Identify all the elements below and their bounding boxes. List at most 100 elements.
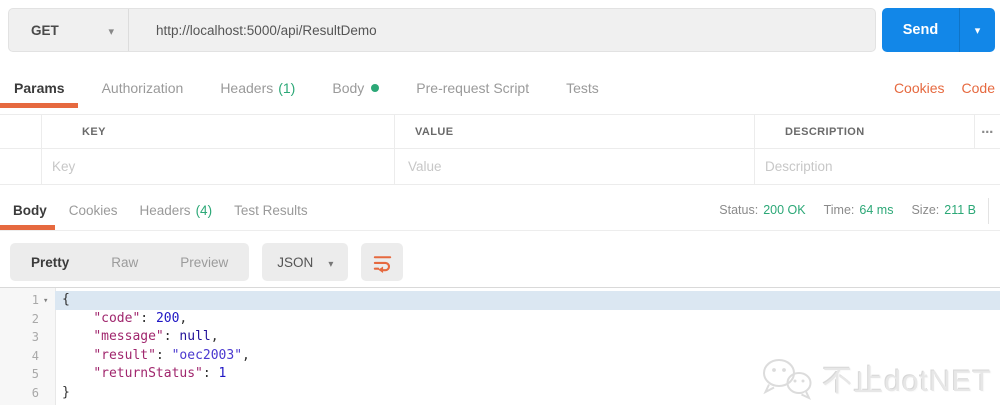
response-status: Status: 200 OK [719,203,805,217]
request-tabs: Params Authorization Headers (1) Body Pre-req… [0,68,1000,108]
request-links: Cookies Code [894,68,995,108]
meta-label: Status: [719,203,759,217]
request-tab-body[interactable]: Body [332,68,380,108]
meta-label: Time: [823,203,855,217]
meta-value: 64 ms [859,203,894,217]
token-p: { [62,292,70,307]
row-select-cell [0,149,42,184]
token-p: : [140,310,156,326]
line-number: 5 [31,367,39,381]
meta-label: Size: [911,203,940,217]
token-k: "result" [93,347,156,363]
token-p: : [202,366,219,381]
request-tab-headers[interactable]: Headers (1) [220,68,295,108]
response-meta: Status: 200 OK Time: 64 ms Size: 211 B [719,190,976,230]
tab-label: Pre-request Script [416,80,530,96]
token-p: } [62,384,70,400]
view-mode-toggle: Pretty Raw Preview [10,243,250,281]
tab-label: Tests [566,80,599,96]
code-text: { [55,291,1000,310]
request-url-bar: GET http://localhost:5000/api/ResultDemo [8,8,876,52]
fold-caret-icon[interactable] [43,291,55,311]
request-tab-params[interactable]: Params [0,68,78,108]
tab-label: Headers [220,80,274,96]
cookies-link[interactable]: Cookies [894,80,945,96]
token-k: "message" [93,329,164,344]
send-button[interactable]: Send [882,8,995,52]
description-column-header: DESCRIPTION [755,115,975,148]
request-url-row: GET http://localhost:5000/api/ResultDemo… [8,8,995,52]
view-mode-preview[interactable]: Preview [159,243,249,281]
token-p: , [242,347,250,363]
tab-label: Params [14,80,65,96]
meta-value: 211 B [944,203,976,217]
response-tabs-list: Body Cookies Headers (4) Test Results [0,190,330,230]
response-header: Body Cookies Headers (4) Test Results Status… [0,190,1000,231]
code-link[interactable]: Code [962,80,995,96]
request-tab-tests[interactable]: Tests [566,68,599,108]
token-k: "code" [93,310,141,326]
value-column-header: VALUE [395,115,755,148]
chevron-down-icon [328,255,333,270]
token-p: , [210,329,219,344]
method-label: GET [31,22,59,38]
token-s: "oec2003" [171,347,243,363]
tab-label: Test Results [234,202,308,218]
wechat-logo-icon [763,359,812,401]
response-toolbar: Pretty Raw Preview JSON [10,243,404,281]
body-modified-dot-icon [371,84,380,92]
tab-count-badge: (4) [195,202,213,218]
send-options-chevron-icon[interactable] [959,8,995,52]
description-input[interactable]: Description [755,149,1000,184]
params-table: KEY VALUE DESCRIPTION Key Value Descript… [0,114,1000,185]
value-input[interactable]: Value [395,149,755,184]
token-p: , [179,310,188,326]
request-tab-authorization[interactable]: Authorization [102,68,184,108]
tab-count-badge: (1) [278,80,296,96]
request-tab-pre-request-script[interactable]: Pre-request Script [416,68,529,108]
code-line: 3 "message": null, [0,328,1000,347]
response-size: Size: 211 B [911,203,976,217]
tab-label: Authorization [101,80,184,96]
view-mode-pretty[interactable]: Pretty [10,243,90,281]
response-tab-cookies[interactable]: Cookies [69,190,118,230]
key-column-header: KEY [42,115,395,148]
code-line: 2 "code": 200, [0,310,1000,329]
meta-divider [988,198,989,224]
token-n: 1 [218,366,227,381]
view-mode-raw[interactable]: Raw [90,243,159,281]
wrap-text-icon [373,255,392,273]
key-input[interactable]: Key [42,149,395,184]
row-select-column [0,115,42,148]
watermark: 不止dotNET [758,355,992,401]
token-p: : [163,329,180,344]
token-a: null [179,329,211,344]
format-dropdown[interactable]: JSON [262,243,349,281]
meta-value: 200 OK [763,203,806,217]
chevron-down-icon [108,23,114,38]
tab-label: Body [332,80,365,96]
response-tab-headers[interactable]: Headers (4) [140,190,213,230]
line-number: 6 [31,385,39,400]
response-tab-test-results[interactable]: Test Results [234,190,308,230]
token-p: : [155,347,172,363]
token-k: "returnStatus" [93,366,203,381]
response-tab-body[interactable]: Body [0,190,55,230]
params-header-row: KEY VALUE DESCRIPTION [0,115,1000,149]
token-n: 200 [155,310,180,326]
table-menu-icon[interactable] [975,115,1000,148]
method-select[interactable]: GET [9,9,129,51]
url-input[interactable]: http://localhost:5000/api/ResultDemo [129,9,875,51]
line-number: 2 [31,311,39,326]
wrap-text-button[interactable] [361,243,404,281]
response-time: Time: 64 ms [824,203,894,217]
watermark-text: 不止dotNET [822,365,992,398]
line-number: 4 [31,348,39,363]
code-text: "code": 200, [55,310,1000,329]
postman-window: GET http://localhost:5000/api/ResultDemo… [0,0,1000,405]
code-line: 1{ [0,291,1000,310]
tab-label: Headers [139,202,191,218]
code-text: "message": null, [55,328,1000,347]
format-label: JSON [277,254,314,270]
send-button-label[interactable]: Send [882,8,959,52]
